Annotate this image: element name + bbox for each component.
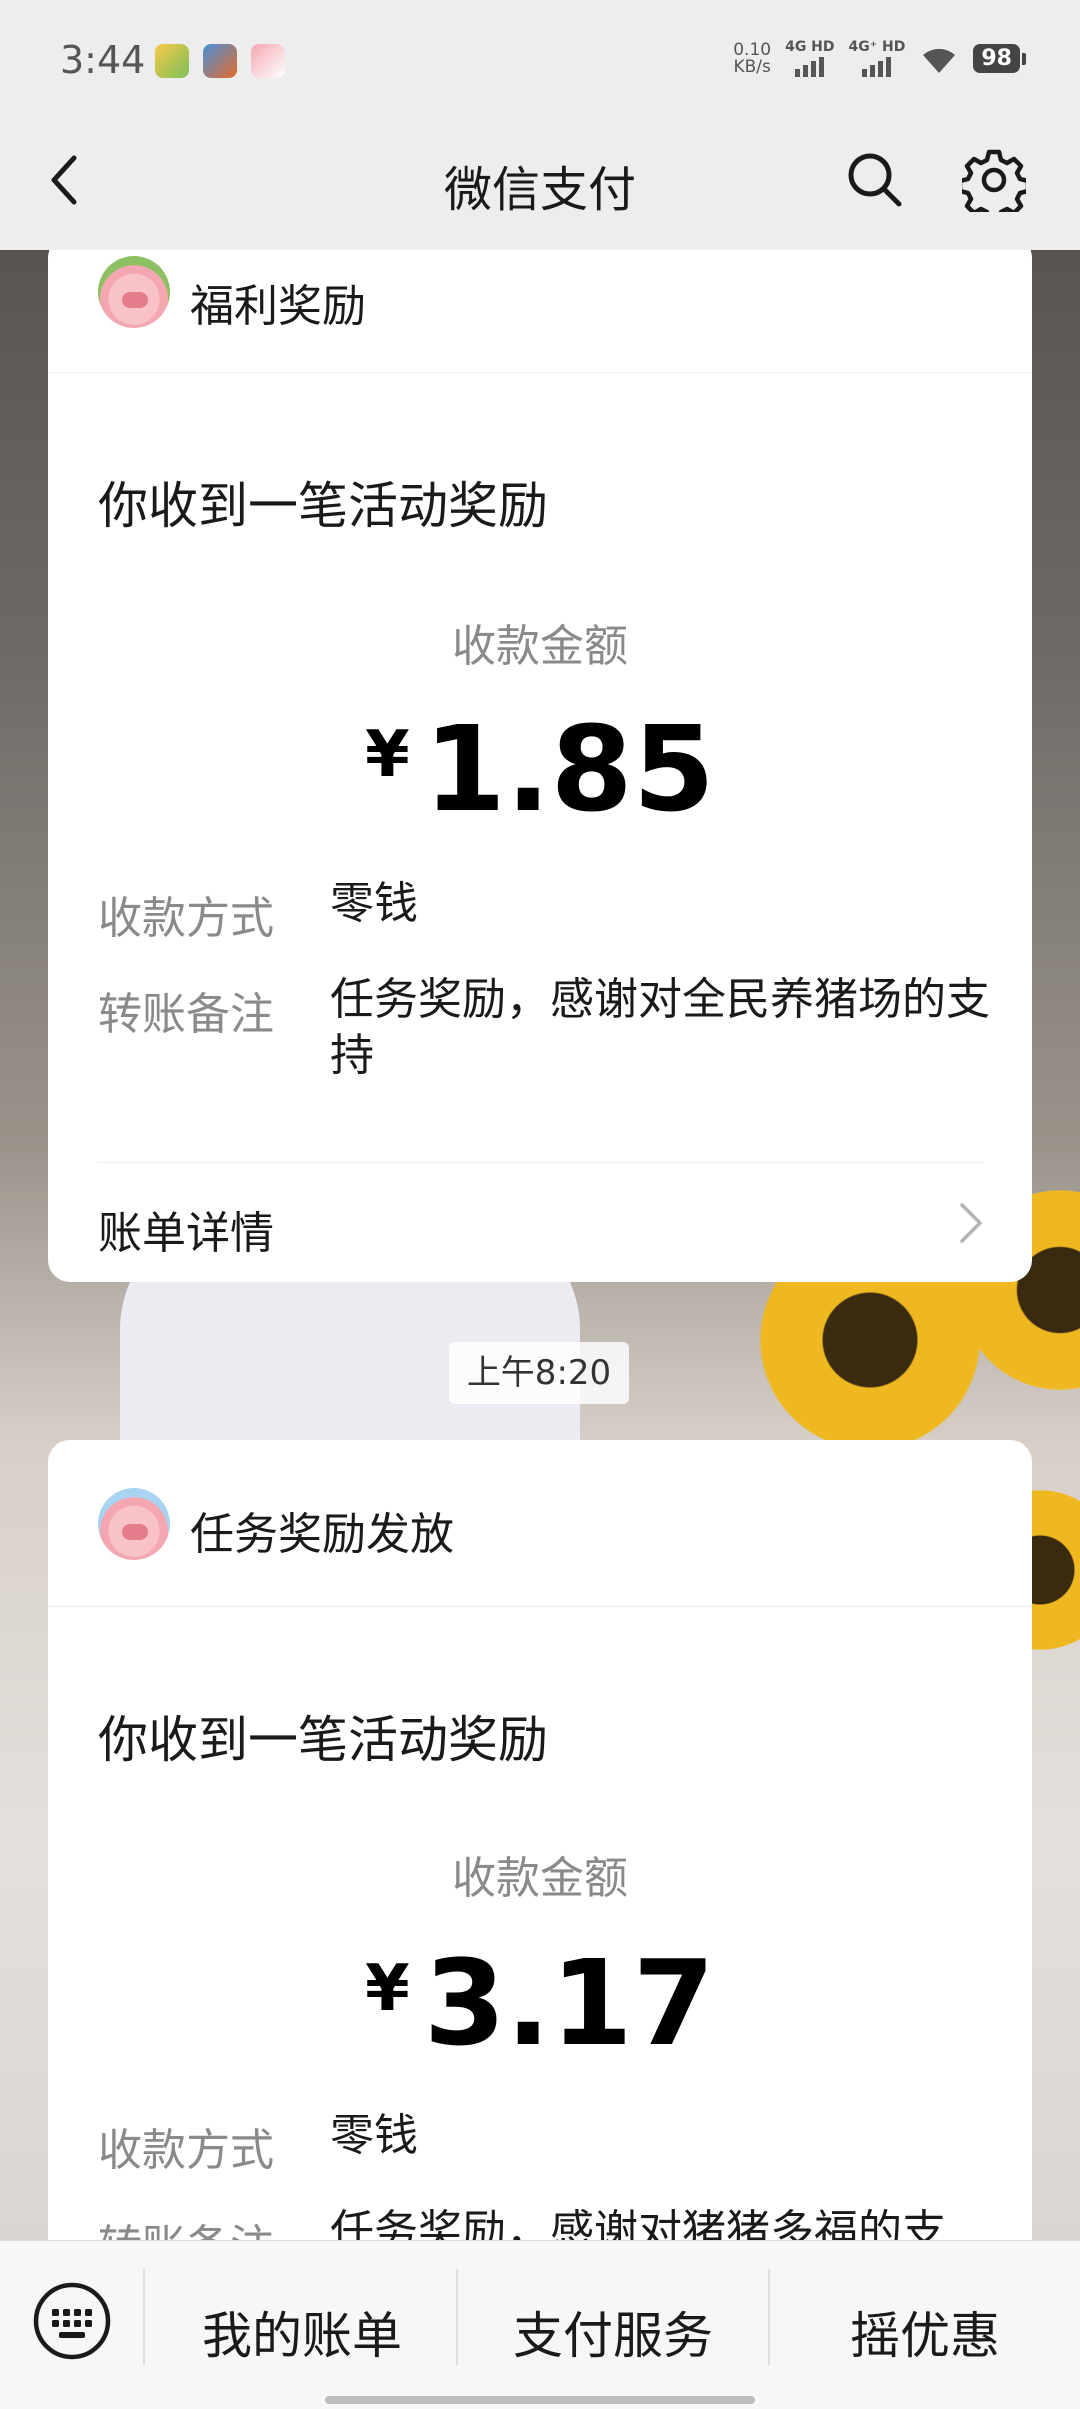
wifi-icon xyxy=(923,48,956,73)
method-label: 收款方式 xyxy=(98,2125,274,2176)
network-speed-value: 0.10 xyxy=(733,39,772,60)
sender-name: 任务奖励发放 xyxy=(190,1509,454,1560)
settings-button[interactable] xyxy=(962,148,1026,212)
sender-name: 福利奖励 xyxy=(190,281,366,332)
menu-shake-discounts[interactable]: 摇优惠 xyxy=(770,2296,1080,2368)
bill-details-link[interactable]: 账单详情 xyxy=(98,1162,984,1283)
keyboard-toggle-button[interactable] xyxy=(32,2281,112,2361)
currency-symbol: ¥ xyxy=(365,1952,410,2026)
method-value: 零钱 xyxy=(330,878,418,929)
amount-label: 收款金额 xyxy=(452,1853,628,1904)
note-label: 转账备注 xyxy=(98,989,274,1040)
payment-card[interactable]: 福利奖励 你收到一笔活动奖励 收款金额 ¥1.85 收款方式 零钱 转账备注 任… xyxy=(48,236,1032,1282)
method-label: 收款方式 xyxy=(98,893,274,944)
signal-bars-icon xyxy=(849,57,906,77)
network-speed: 0.10 KB/s xyxy=(733,39,772,77)
battery-indicator: 98 xyxy=(973,44,1026,73)
signal-1-label: 4G HD xyxy=(785,39,835,55)
signal-2-label: 4G⁺ HD xyxy=(848,39,906,55)
status-indicators: 0.10 KB/s 4G HD 4G⁺ HD 98 xyxy=(733,39,1026,77)
card-headline: 你收到一笔活动奖励 xyxy=(98,477,548,535)
method-value: 零钱 xyxy=(330,2110,418,2161)
sender-avatar xyxy=(98,1488,170,1560)
card-headline: 你收到一笔活动奖励 xyxy=(98,1711,548,1769)
amount-label: 收款金额 xyxy=(452,621,628,672)
home-indicator[interactable] xyxy=(325,2396,755,2404)
amount-value: 1.85 xyxy=(423,700,715,838)
sender-avatar xyxy=(98,256,170,328)
message-timestamp: 上午8:20 xyxy=(449,1342,629,1404)
card-header: 福利奖励 xyxy=(48,236,1032,373)
signal-2: 4G⁺ HD xyxy=(848,39,906,77)
menu-payment-services[interactable]: 支付服务 xyxy=(458,2296,768,2368)
pig-app-icon xyxy=(251,44,285,78)
page-title: 微信支付 xyxy=(443,162,636,218)
amount-value: 3.17 xyxy=(423,1934,715,2072)
amount: ¥3.17 xyxy=(48,1934,1032,2072)
menu-divider xyxy=(143,2269,145,2365)
network-speed-unit: KB/s xyxy=(733,56,771,77)
chevron-right-icon xyxy=(960,1203,982,1243)
game-app-icon xyxy=(203,44,237,78)
status-time: 3:44 xyxy=(60,38,146,82)
currency-symbol: ¥ xyxy=(365,718,410,792)
amount: ¥1.85 xyxy=(48,700,1032,838)
signal-bars-icon xyxy=(785,57,834,77)
payment-card[interactable]: 任务奖励发放 你收到一笔活动奖励 收款金额 ¥3.17 收款方式 零钱 转账备注… xyxy=(48,1440,1032,2340)
signal-1: 4G HD xyxy=(785,39,835,77)
notification-icons xyxy=(155,44,285,78)
menu-my-bills[interactable]: 我的账单 xyxy=(147,2296,457,2368)
note-value: 任务奖励，感谢对全民养猪场的支持 xyxy=(330,974,990,1081)
bill-details-label: 账单详情 xyxy=(98,1208,274,1259)
search-button[interactable] xyxy=(845,150,903,208)
card-header: 任务奖励发放 xyxy=(48,1440,1032,1607)
top-bar: 3:44 0.10 KB/s 4G HD 4G⁺ HD 98 微信支付 xyxy=(0,0,1080,250)
bottom-menu-bar: 我的账单 支付服务 摇优惠 xyxy=(0,2240,1080,2409)
game-app-icon xyxy=(155,44,189,78)
